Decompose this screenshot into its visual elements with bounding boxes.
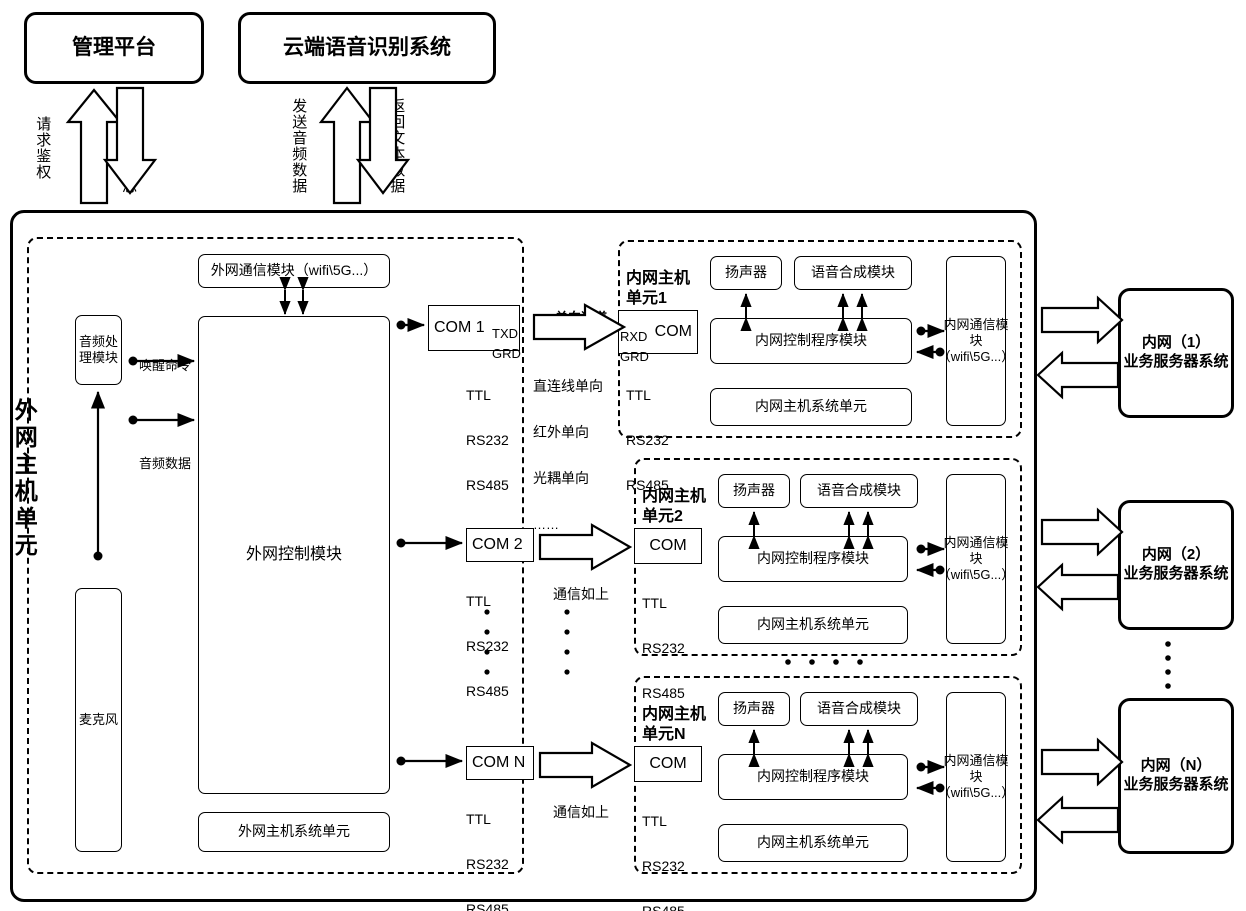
outer-com-port-2-label: COM 2 xyxy=(472,536,523,554)
server-box-1[interactable]: 内网（1） 业务服务器系统 xyxy=(1118,288,1234,418)
inner-host-unit-2-speaker-label: 扬声器 xyxy=(733,482,775,499)
inner-host-unit-n-speaker[interactable]: 扬声器 xyxy=(718,692,790,726)
outer-com-port-1-label: COM 1 xyxy=(434,319,485,337)
inner-host-unit-1-system-unit[interactable]: 内网主机系统单元 xyxy=(710,388,912,426)
outer-com-port-n[interactable]: COM N xyxy=(466,746,534,780)
outer-host-system-unit[interactable]: 外网主机系统单元 xyxy=(198,812,390,852)
inner-host-unit-2-com[interactable]: COM xyxy=(634,528,702,564)
microphone-module[interactable]: 麦克风 xyxy=(75,588,122,852)
inner-host-unit-n-system-unit-label: 内网主机系统单元 xyxy=(757,834,869,851)
inner-host-unit-2-control-program[interactable]: 内网控制程序模块 xyxy=(718,536,908,582)
audio-processing-module-label: 音频处理模块 xyxy=(79,333,119,365)
inner-host-unit-1-comm-module[interactable]: 内网通信模块（wifi\5G...） xyxy=(938,256,1014,426)
server-box-1-label: 内网（1） 业务服务器系统 xyxy=(1123,334,1229,370)
inner-host-unit-2-system-unit[interactable]: 内网主机系统单元 xyxy=(718,606,908,644)
block-arrow-request-auth xyxy=(65,88,123,205)
node-management-platform-label: 管理平台 xyxy=(72,35,156,59)
inner-host-unit-n-control-program[interactable]: 内网控制程序模块 xyxy=(718,754,908,800)
outer-comm-module-label: 外网通信模块（wifi\5G...） xyxy=(210,262,378,279)
outer-host-system-unit-label: 外网主机系统单元 xyxy=(238,823,350,840)
block-arrow-server-2-out xyxy=(1036,562,1120,612)
inner-host-unit-1-label: 内网主机 单元1 xyxy=(626,270,691,307)
outer-com-port-1-levels: TTL RS232 RS485 xyxy=(466,387,509,493)
channel-3-options: 通信如上 xyxy=(553,803,609,820)
signal-audio-data-label: 音频数据 xyxy=(138,456,191,472)
outer-com-port-2-levels: TTL RS232 RS485 xyxy=(466,593,509,699)
outer-control-module-label: 外网控制模块 xyxy=(245,546,342,563)
outer-control-module[interactable]: 外网控制模块 xyxy=(198,316,390,794)
ellipsis-dots-servers xyxy=(1165,641,1171,689)
server-box-2-label: 内网（2） 业务服务器系统 xyxy=(1123,546,1229,582)
inner-host-unit-n-comm-module-label: 内网通信模块（wifi\5G...） xyxy=(937,752,1015,801)
outer-comm-module[interactable]: 外网通信模块（wifi\5G...） xyxy=(198,254,390,288)
inner-host-unit-2-comm-module[interactable]: 内网通信模块（wifi\5G...） xyxy=(938,474,1014,644)
node-cloud-asr[interactable]: 云端语音识别系统 xyxy=(238,12,496,84)
block-arrow-server-1-out xyxy=(1036,350,1120,400)
inner-host-unit-1-pin-grd: GRD xyxy=(620,349,649,365)
flow-label-return-config: 返回配置信息 xyxy=(120,98,138,194)
inner-host-unit-1-tts-label: 语音合成模块 xyxy=(811,264,895,281)
channel-1-title: 单向通道 xyxy=(554,310,607,326)
node-management-platform[interactable]: 管理平台 xyxy=(24,12,204,84)
inner-host-unit-1-comm-module-label: 内网通信模块（wifi\5G...） xyxy=(937,316,1015,365)
channel-1-options: 直连线单向 红外单向 光耦单向 …… xyxy=(533,378,603,532)
block-arrow-server-1-in xyxy=(1040,295,1124,345)
inner-host-unit-2-speaker[interactable]: 扬声器 xyxy=(718,474,790,508)
block-arrow-send-audio xyxy=(318,86,376,205)
inner-host-unit-n-tts[interactable]: 语音合成模块 xyxy=(800,692,918,726)
block-arrow-server-n-in xyxy=(1040,737,1124,787)
inner-host-unit-1-speaker[interactable]: 扬声器 xyxy=(710,256,782,290)
inner-host-unit-n-com-label: COM xyxy=(649,755,687,773)
audio-processing-module[interactable]: 音频处理模块 xyxy=(75,315,122,385)
inner-host-unit-1-speaker-label: 扬声器 xyxy=(725,264,767,281)
signal-wake-command-label: 唤醒命令 xyxy=(138,358,191,374)
inner-host-unit-1-com-label: COM xyxy=(654,323,692,341)
inner-host-unit-2-tts[interactable]: 语音合成模块 xyxy=(800,474,918,508)
channel-2-options: 通信如上 xyxy=(553,585,609,602)
server-box-n-label: 内网（N） 业务服务器系统 xyxy=(1123,757,1229,793)
diagram-canvas: 管理平台 云端语音识别系统 请求鉴权 返回配置信息 发送音频数据 返回文本数据 … xyxy=(0,0,1246,911)
inner-host-unit-2-tts-label: 语音合成模块 xyxy=(817,482,901,499)
inner-host-unit-2-comm-module-label: 内网通信模块（wifi\5G...） xyxy=(937,534,1015,583)
block-arrow-server-n-out xyxy=(1036,795,1120,845)
inner-host-unit-n-control-program-label: 内网控制程序模块 xyxy=(757,768,869,785)
inner-host-unit-n-speaker-label: 扬声器 xyxy=(733,700,775,717)
microphone-module-label: 麦克风 xyxy=(78,711,118,727)
outer-com-port-2[interactable]: COM 2 xyxy=(466,528,534,562)
inner-host-unit-n-comm-module[interactable]: 内网通信模块（wifi\5G...） xyxy=(938,692,1014,862)
outer-host-unit-label: 外网主机单元 xyxy=(11,398,38,560)
server-box-n[interactable]: 内网（N） 业务服务器系统 xyxy=(1118,698,1234,854)
inner-host-unit-n-com[interactable]: COM xyxy=(634,746,702,782)
outer-com-port-1-pin-grd: GRD xyxy=(492,346,521,362)
flow-label-return-text: 返回文本数据 xyxy=(388,98,406,194)
inner-host-unit-1-control-program-label: 内网控制程序模块 xyxy=(755,332,867,349)
inner-host-unit-n-levels: TTL RS232 RS485 xyxy=(642,813,685,911)
flow-label-request-auth: 请求鉴权 xyxy=(34,116,52,180)
node-cloud-asr-label: 云端语音识别系统 xyxy=(283,35,451,59)
inner-host-unit-2-com-label: COM xyxy=(649,537,687,555)
outer-com-port-n-levels: TTL RS232 RS485 xyxy=(466,811,509,911)
inner-host-unit-2-control-program-label: 内网控制程序模块 xyxy=(757,550,869,567)
outer-com-port-n-label: COM N xyxy=(472,754,526,772)
inner-host-unit-1-control-program[interactable]: 内网控制程序模块 xyxy=(710,318,912,364)
server-box-2[interactable]: 内网（2） 业务服务器系统 xyxy=(1118,500,1234,630)
inner-host-unit-n-tts-label: 语音合成模块 xyxy=(817,700,901,717)
block-arrow-server-2-in xyxy=(1040,507,1124,557)
flow-label-send-audio: 发送音频数据 xyxy=(290,98,308,194)
inner-host-unit-n-system-unit[interactable]: 内网主机系统单元 xyxy=(718,824,908,862)
inner-host-unit-1-system-unit-label: 内网主机系统单元 xyxy=(755,398,867,415)
inner-host-unit-1-tts[interactable]: 语音合成模块 xyxy=(794,256,912,290)
inner-host-unit-2-system-unit-label: 内网主机系统单元 xyxy=(757,616,869,633)
